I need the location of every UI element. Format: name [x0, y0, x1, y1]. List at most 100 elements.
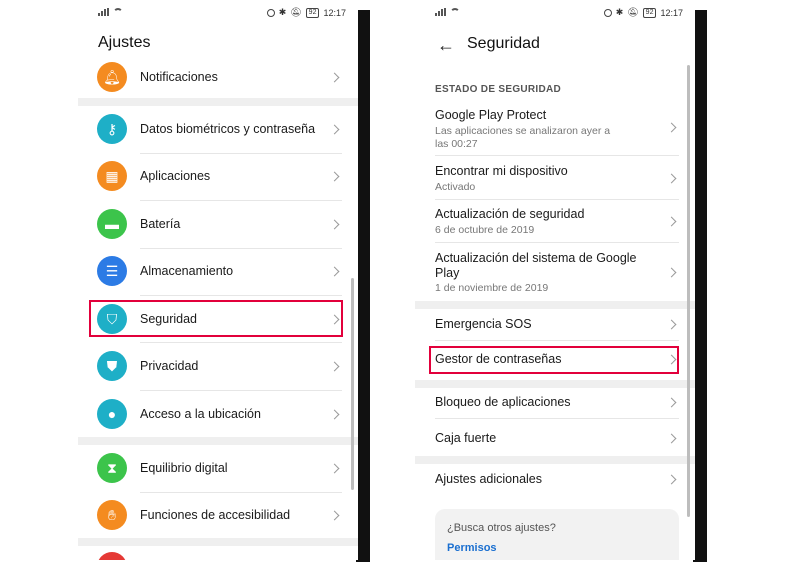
- highlight-box: [429, 346, 679, 374]
- security-item-subtitle: 6 de octubre de 2019: [435, 224, 535, 236]
- settings-item-aplicaciones[interactable]: ▦ Aplicaciones: [78, 159, 358, 193]
- chevron-right-icon: [329, 266, 340, 276]
- location-pin-icon: ●: [97, 399, 127, 429]
- status-bar: ✱ 🔕︎ 92 12:17: [78, 0, 358, 26]
- mute-icon: 🔕︎: [627, 7, 639, 17]
- chevron-right-icon: [329, 409, 340, 419]
- security-item-bloqueo-aplicaciones[interactable]: Bloqueo de aplicaciones: [415, 392, 695, 414]
- section-gap: [78, 437, 358, 445]
- divider: [140, 342, 342, 343]
- settings-item-privacidad[interactable]: ⛊ Privacidad: [78, 349, 358, 383]
- chevron-right-icon: [666, 433, 677, 444]
- divider: [435, 199, 679, 200]
- hand-icon: ✋︎: [97, 500, 127, 530]
- settings-item-label: Notificaciones: [140, 70, 218, 84]
- phone-shadow: [356, 10, 370, 562]
- divider: [140, 492, 342, 493]
- signal-icon: [98, 8, 109, 16]
- scrollbar[interactable]: [351, 278, 354, 490]
- security-item-actualizacion-sistema[interactable]: Actualización del sistema de Google Play…: [415, 249, 695, 297]
- divider: [435, 155, 679, 156]
- chevron-right-icon: [666, 216, 677, 227]
- settings-item-ubicacion[interactable]: ● Acceso a la ubicación: [78, 397, 358, 431]
- settings-item-label: Batería: [140, 217, 181, 231]
- section-gap: [415, 301, 695, 309]
- bluetooth-icon: ✱: [615, 7, 624, 17]
- security-item-label: Encontrar mi dispositivo: [435, 164, 568, 178]
- storage-icon: ☰: [97, 256, 127, 286]
- hourglass-icon: ⧗: [97, 453, 127, 483]
- divider: [140, 248, 342, 249]
- security-item-subtitle: Activado: [435, 181, 476, 193]
- section-gap: [415, 380, 695, 388]
- section-header: ESTADO DE SEGURIDAD: [435, 84, 562, 95]
- suggestion-card: ¿Busca otros ajustes? Permisos: [435, 509, 679, 560]
- chevron-right-icon: [666, 173, 677, 184]
- security-item-actualizacion-seguridad[interactable]: Actualización de seguridad 6 de octubre …: [415, 205, 695, 239]
- divider: [435, 340, 679, 341]
- scrollbar[interactable]: [687, 65, 690, 517]
- settings-item-notificaciones[interactable]: 🔔︎ Notificaciones: [78, 60, 358, 94]
- clock: 12:17: [323, 7, 346, 18]
- settings-item-label: Datos biométricos y contraseña: [140, 122, 316, 136]
- status-bar: ✱ 🔕︎ 92 12:17: [415, 0, 695, 26]
- settings-item-label: Acceso a la ubicación: [140, 407, 261, 421]
- chevron-right-icon: [329, 361, 340, 371]
- chevron-right-icon: [329, 72, 340, 82]
- divider: [435, 242, 679, 243]
- suggestion-question: ¿Busca otros ajustes?: [447, 522, 556, 534]
- security-item-ajustes-adicionales[interactable]: Ajustes adicionales: [415, 469, 695, 491]
- signal-icon: [435, 8, 446, 16]
- apps-grid-icon: ▦: [97, 161, 127, 191]
- security-item-caja-fuerte[interactable]: Caja fuerte: [415, 428, 695, 450]
- settings-item-bateria[interactable]: ▬ Batería: [78, 207, 358, 241]
- permisos-link[interactable]: Permisos: [447, 542, 497, 554]
- chevron-right-icon: [329, 463, 340, 473]
- chevron-right-icon: [329, 510, 340, 520]
- chevron-right-icon: [666, 267, 677, 278]
- mute-icon: 🔕︎: [290, 7, 302, 17]
- security-item-label: Bloqueo de aplicaciones: [435, 395, 571, 409]
- security-item-encontrar-dispositivo[interactable]: Encontrar mi dispositivo Activado: [415, 162, 695, 196]
- settings-item-label: Almacenamiento: [140, 264, 234, 278]
- battery-indicator: 92: [642, 7, 657, 18]
- battery-icon: ▬: [97, 209, 127, 239]
- security-item-subtitle: 1 de noviembre de 2019: [435, 282, 549, 294]
- wifi-icon: [450, 8, 460, 16]
- page-title: Ajustes: [98, 34, 151, 51]
- security-item-label: Ajustes adicionales: [435, 472, 543, 486]
- wifi-icon: [113, 8, 123, 16]
- highlight-box: [89, 300, 343, 337]
- divider: [140, 153, 342, 154]
- alarm-icon: [266, 8, 275, 17]
- chevron-right-icon: [329, 124, 340, 134]
- chevron-right-icon: [666, 319, 677, 330]
- divider: [140, 200, 342, 201]
- section-gap: [78, 98, 358, 106]
- phone-shadow: [693, 10, 707, 562]
- bluetooth-icon: ✱: [278, 7, 287, 17]
- alarm-icon: [603, 8, 612, 17]
- security-item-play-protect[interactable]: Google Play Protect Las aplicaciones se …: [415, 106, 695, 152]
- security-item-label: Emergencia SOS: [435, 317, 532, 331]
- divider: [140, 295, 342, 296]
- security-item-subtitle: Las aplicaciones se analizaron ayer a la…: [435, 125, 611, 150]
- settings-item-almacenamiento[interactable]: ☰ Almacenamiento: [78, 254, 358, 288]
- settings-item-datos-biometricos[interactable]: ⚷ Datos biométricos y contraseña: [78, 112, 358, 146]
- back-arrow-icon[interactable]: ←: [437, 36, 455, 54]
- settings-item-equilibrio-digital[interactable]: ⧗ Equilibrio digital: [78, 451, 358, 485]
- chevron-right-icon: [666, 474, 677, 485]
- security-item-label: Actualización del sistema de Google Play: [435, 251, 637, 280]
- security-item-emergencia-sos[interactable]: Emergencia SOS: [415, 314, 695, 336]
- security-screen: ✱ 🔕︎ 92 12:17 ← Seguridad ESTADO DE SEGU…: [415, 0, 695, 560]
- key-icon: ⚷: [97, 114, 127, 144]
- security-item-label: Google Play Protect: [435, 108, 547, 122]
- bell-icon: 🔔︎: [97, 62, 127, 92]
- chevron-right-icon: [329, 219, 340, 229]
- chevron-right-icon: [329, 171, 340, 181]
- settings-item-label: Aplicaciones: [140, 169, 211, 183]
- security-item-label: Caja fuerte: [435, 431, 497, 445]
- page-title: Seguridad: [467, 35, 540, 52]
- chevron-right-icon: [666, 397, 677, 408]
- settings-item-accesibilidad[interactable]: ✋︎ Funciones de accesibilidad: [78, 498, 358, 532]
